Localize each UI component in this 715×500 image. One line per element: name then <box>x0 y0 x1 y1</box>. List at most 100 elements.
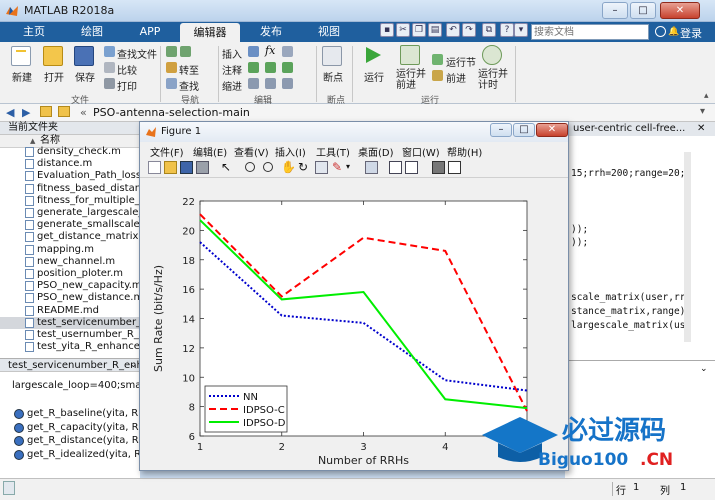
figure-minimize-button[interactable]: – <box>490 123 512 137</box>
data-cursor-icon[interactable] <box>315 161 328 174</box>
tab-editor[interactable]: 编辑器 <box>180 23 240 43</box>
quick-paste-icon[interactable]: ▤ <box>428 23 442 37</box>
file-item[interactable]: generate_smallscale_... <box>0 219 140 231</box>
run-button[interactable]: 运行 <box>364 69 384 84</box>
menu-desktop[interactable]: 桌面(D) <box>358 144 394 159</box>
quick-save-icon[interactable]: ▪ <box>380 23 394 37</box>
new-button[interactable]: 新建 <box>12 69 32 84</box>
forward-icon[interactable]: ▶ <box>22 106 30 119</box>
quick-cut-icon[interactable]: ✂ <box>396 23 410 37</box>
maximize-button[interactable]: □ <box>630 2 656 19</box>
login-link[interactable]: 登录 <box>680 25 702 41</box>
link-plot-icon[interactable] <box>365 161 378 174</box>
editor-close-icon[interactable]: ✕ <box>697 123 705 134</box>
open-button[interactable]: 打开 <box>44 69 64 84</box>
save-figure-icon[interactable] <box>180 161 193 174</box>
file-item[interactable]: README.md <box>0 305 140 317</box>
file-item[interactable]: Evaluation_Path_loss.m <box>0 170 140 182</box>
insert-dropdown-icon[interactable] <box>282 46 293 57</box>
zoom-in-icon[interactable] <box>245 162 255 172</box>
increase-indent-icon[interactable] <box>265 78 276 89</box>
redo-icon[interactable]: ↷ <box>462 23 476 37</box>
editor-tab[interactable]: user-centric cell-free... <box>565 122 715 136</box>
new-icon[interactable] <box>11 46 31 66</box>
run-and-advance-button[interactable]: 运行并 前进 <box>396 69 426 91</box>
file-item[interactable]: generate_largescale_... <box>0 207 140 219</box>
function-item[interactable]: get_R_capacity(yita, RR... <box>14 422 155 435</box>
file-item[interactable]: fitness_for_multiple_us... <box>0 195 140 207</box>
menu-view[interactable]: 查看(V) <box>234 144 269 159</box>
command-window-collapse-icon[interactable]: ⌄ <box>700 364 708 374</box>
notification-icon[interactable]: 🔔 <box>668 27 679 37</box>
save-button[interactable]: 保存 <box>75 69 95 84</box>
advance-button[interactable]: 前进 <box>446 70 466 85</box>
search-documentation-input[interactable] <box>531 24 649 40</box>
browse-folder-icon[interactable] <box>58 106 70 117</box>
file-item[interactable]: position_ploter.m <box>0 268 140 280</box>
function-item[interactable]: get_R_distance(yita, RR... <box>14 435 155 448</box>
details-collapse-icon[interactable]: ⌄ <box>130 360 137 369</box>
file-item[interactable]: test_yita_R_enhanced.m <box>0 341 140 353</box>
file-item[interactable]: fitness_based_distanc... <box>0 183 140 195</box>
fx-icon[interactable]: fx <box>265 44 275 57</box>
back-icon[interactable]: ◀ <box>6 106 14 119</box>
collapse-ribbon-icon[interactable]: ▴ <box>704 91 709 101</box>
pointer-icon[interactable]: ↖ <box>221 161 234 174</box>
path-expand-icon[interactable]: « <box>80 106 87 119</box>
open-file-icon[interactable] <box>164 161 177 174</box>
find-button[interactable]: 查找 <box>179 78 199 93</box>
comment-button[interactable]: 注释 <box>222 62 242 77</box>
file-item[interactable]: mapping.m <box>0 244 140 256</box>
parent-folder-icon[interactable] <box>40 106 52 117</box>
menu-help[interactable]: 帮助(H) <box>447 144 482 159</box>
breakpoints-button[interactable]: 断点 <box>323 69 343 84</box>
run-and-time-icon[interactable] <box>482 45 502 65</box>
file-item[interactable]: new_channel.m <box>0 256 140 268</box>
comment-percent-icon[interactable] <box>248 62 259 73</box>
file-item[interactable]: density_check.m <box>0 146 140 158</box>
open-folder-icon[interactable] <box>43 46 63 66</box>
run-icon[interactable] <box>363 45 383 65</box>
current-path[interactable]: PSO-antenna-selection-main <box>93 106 250 119</box>
quick-copy-icon[interactable]: ❐ <box>412 23 426 37</box>
file-item[interactable]: test_servicenumber_R... <box>0 316 140 329</box>
back-arrow-icon[interactable] <box>166 46 177 57</box>
tab-home[interactable]: 主页 <box>14 22 54 42</box>
smart-indent-icon[interactable] <box>248 78 259 89</box>
rotate-3d-icon[interactable]: ↻ <box>298 161 311 174</box>
zoom-out-icon[interactable] <box>263 162 273 172</box>
brush-icon[interactable]: ✎ <box>332 161 345 174</box>
indent-button[interactable]: 缩进 <box>222 78 242 93</box>
quick-access-dropdown-icon[interactable]: ▾ <box>514 23 528 37</box>
show-plot-tools-icon[interactable] <box>448 161 461 174</box>
run-section-button[interactable]: 运行节 <box>446 54 476 69</box>
compare-button[interactable]: 比较 <box>117 62 137 77</box>
print-button[interactable]: 打印 <box>117 78 137 93</box>
insert-colorbar-icon[interactable] <box>389 161 402 174</box>
help-icon[interactable]: ? <box>500 23 514 37</box>
insert-button[interactable]: 插入 <box>222 46 242 61</box>
menu-edit[interactable]: 编辑(E) <box>193 144 227 159</box>
menu-file[interactable]: 文件(F) <box>150 144 184 159</box>
tab-apps[interactable]: APP <box>130 22 170 42</box>
forward-arrow-icon[interactable] <box>180 46 191 57</box>
tab-plots[interactable]: 绘图 <box>72 22 112 42</box>
file-item[interactable]: PSO_new_distance.m <box>0 292 140 304</box>
run-and-time-button[interactable]: 运行并 计时 <box>478 69 508 91</box>
file-item[interactable]: get_distance_matrix.m <box>0 231 140 243</box>
insert-legend-icon[interactable] <box>405 161 418 174</box>
undo-icon[interactable]: ↶ <box>446 23 460 37</box>
save-icon[interactable] <box>74 46 94 66</box>
close-button[interactable]: ✕ <box>660 2 700 19</box>
path-dropdown-icon[interactable]: ▾ <box>700 106 705 117</box>
goto-button[interactable]: 转至 <box>179 62 199 77</box>
menu-window[interactable]: 窗口(W) <box>402 144 440 159</box>
brush-dropdown-icon[interactable]: ▾ <box>346 161 359 174</box>
function-item[interactable]: get_R_baseline(yita, RR... <box>14 408 154 421</box>
menu-insert[interactable]: 插入(I) <box>275 144 306 159</box>
minimize-button[interactable]: – <box>602 2 628 19</box>
search-icon[interactable] <box>655 26 666 37</box>
tab-publish[interactable]: 发布 <box>251 22 291 42</box>
file-item[interactable]: PSO_new_capacity.m <box>0 280 140 292</box>
uncomment-icon[interactable] <box>265 62 276 73</box>
